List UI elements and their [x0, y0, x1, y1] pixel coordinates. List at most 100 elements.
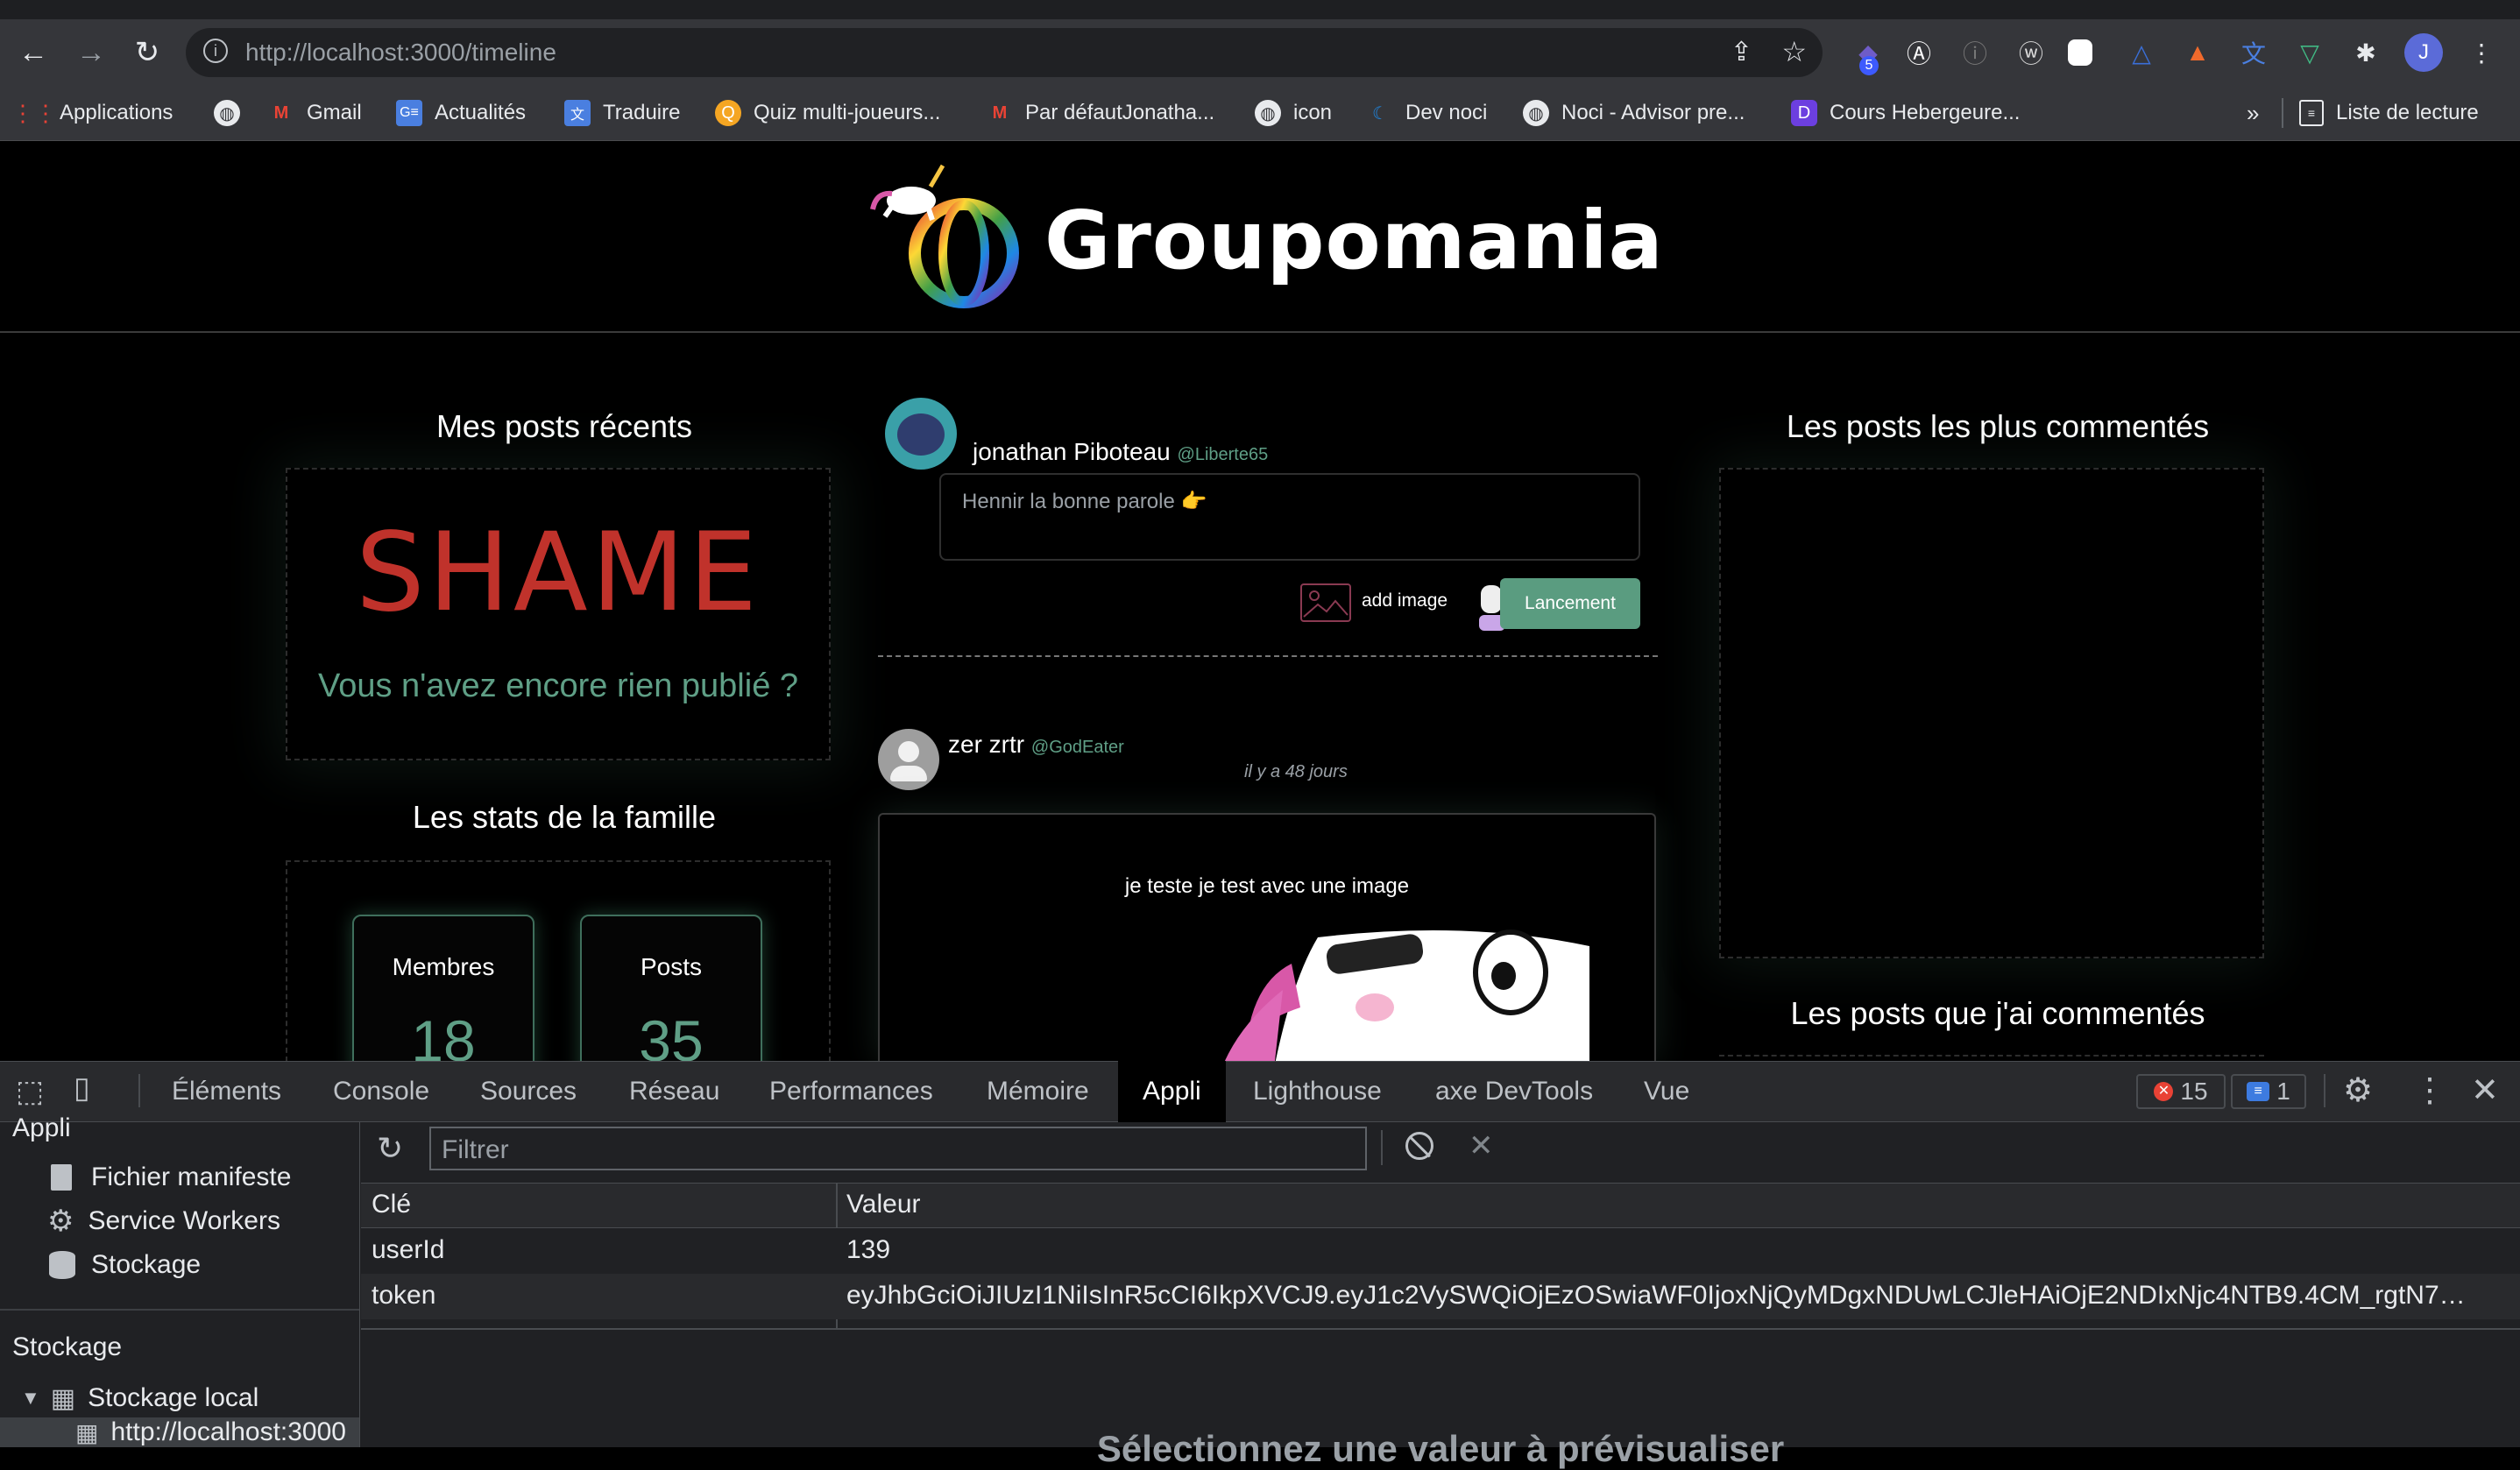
toolbar-divider [1381, 1130, 1383, 1165]
sidebar-item-manifest[interactable]: Fichier manifeste [51, 1160, 291, 1195]
bookmark-dev-noci[interactable]: ☾ Dev noci [1367, 91, 1487, 135]
browser-menu-icon[interactable]: ⋮ [2462, 33, 2501, 72]
bookmarks-divider [2282, 98, 2283, 128]
sidebar-item-local-storage[interactable]: ▼ ▦ Stockage local [21, 1381, 258, 1416]
tab-elements[interactable]: Éléments [172, 1061, 281, 1122]
post-image-unicorn[interactable] [1221, 929, 1589, 1062]
info-icon[interactable]: i [203, 39, 228, 63]
translate-icon: 文 [564, 100, 591, 126]
bookmark-cours[interactable]: D Cours Hebergeure... [1791, 91, 2020, 135]
bookmark-gmail-jonathan[interactable]: M Par défautJonatha... [987, 91, 1215, 135]
add-image-label[interactable]: add image [1362, 590, 1448, 611]
gmail-icon: M [992, 102, 1008, 123]
bookmark-label: Quiz multi-joueurs... [754, 101, 941, 124]
composer-user-handle: @Liberte65 [1177, 445, 1269, 464]
bookmark-label: Gmail [307, 101, 362, 124]
extensions-puzzle-icon[interactable]: ✱ [2347, 33, 2385, 72]
bookmark-traduire[interactable]: 文 Traduire [564, 91, 680, 135]
filter-input[interactable]: Filtrer [429, 1127, 1367, 1170]
globe-icon: ◍ [1523, 100, 1549, 126]
post-textarea[interactable]: Hennir la bonne parole 👉 [939, 473, 1640, 561]
globe-icon: ◍ [1255, 100, 1281, 126]
filter-placeholder: Filtrer [442, 1135, 509, 1164]
tab-vue[interactable]: Vue [1644, 1061, 1689, 1122]
sidebar-item-label: http://localhost:3000 [110, 1417, 346, 1446]
extension-vue-icon[interactable]: ▽ [2290, 33, 2329, 72]
bookmark-globe[interactable]: ◍ [214, 91, 252, 135]
bookmark-gmail[interactable]: M Gmail [268, 91, 362, 135]
document-icon [51, 1164, 72, 1191]
column-key-header[interactable]: Clé [372, 1190, 411, 1219]
composer-user-name: jonathan Piboteau [973, 438, 1171, 465]
bookmark-quiz[interactable]: Q Quiz multi-joueurs... [715, 91, 940, 135]
sidebar-section-storage: Stockage [12, 1332, 123, 1361]
extension-a-icon[interactable]: Ⓐ [1900, 33, 1938, 72]
bookmark-icon[interactable]: ◍ icon [1255, 91, 1332, 135]
message-counter[interactable]: ≡ 1 [2231, 1074, 2306, 1109]
reload-icon[interactable]: ↻ [126, 32, 168, 74]
address-bar[interactable]: i http://localhost:3000/timeline ⇪ ☆ [186, 28, 1823, 77]
error-counter[interactable]: ✕ 15 [2136, 1074, 2226, 1109]
row-value[interactable]: 139 [846, 1235, 890, 1265]
tab-lighthouse[interactable]: Lighthouse [1253, 1061, 1382, 1122]
bookmark-label: Cours Hebergeure... [1830, 101, 2021, 124]
post-timestamp: il y a 48 jours [1244, 762, 1348, 781]
table-grid-icon: ▦ [75, 1418, 99, 1446]
forward-icon[interactable]: → [70, 32, 112, 74]
message-icon: ≡ [2247, 1082, 2270, 1101]
device-toolbar-icon[interactable]: ▯ [74, 1071, 109, 1109]
tab-sources[interactable]: Sources [480, 1061, 577, 1122]
sidebar-item-localhost-origin[interactable]: ▦ http://localhost:3000 [0, 1417, 359, 1447]
sidebar-item-label: Fichier manifeste [91, 1163, 292, 1191]
recent-posts-title: Mes posts récents [435, 408, 693, 444]
tab-network[interactable]: Réseau [629, 1061, 719, 1122]
tab-memory[interactable]: Mémoire [987, 1061, 1089, 1122]
extension-notion-icon[interactable] [2068, 39, 2092, 66]
bookmark-label: Par défautJonatha... [1025, 101, 1215, 124]
extension-w-icon[interactable]: ⓦ [2012, 33, 2050, 72]
refresh-icon[interactable]: ↻ [377, 1130, 403, 1167]
devtools-menu-icon[interactable]: ⋮ [2413, 1071, 2446, 1110]
url-text[interactable]: http://localhost:3000/timeline [245, 39, 556, 67]
bookmark-applications[interactable]: ⋮⋮ Applications [11, 91, 173, 135]
share-icon[interactable]: ⇪ [1731, 37, 1752, 67]
row-key[interactable]: userId [372, 1235, 444, 1265]
extension-badge: 5 [1859, 56, 1879, 75]
submit-post-button[interactable]: Lancement [1500, 578, 1640, 629]
delete-selected-icon[interactable]: ✕ [1469, 1128, 1494, 1163]
tab-application[interactable]: Appli [1118, 1061, 1226, 1122]
post-author-name: zer zrtr [948, 731, 1025, 758]
settings-gear-icon[interactable]: ⚙ [2343, 1071, 2373, 1110]
reading-list[interactable]: ≡ Liste de lecture [2299, 91, 2479, 135]
column-value-header[interactable]: Valeur [846, 1190, 921, 1219]
table-row[interactable] [361, 1228, 2520, 1274]
extension-translate-icon[interactable]: 文 [2234, 33, 2273, 72]
table-grid-icon: ▦ [50, 1383, 76, 1413]
post-author-avatar[interactable] [878, 729, 939, 790]
inspect-element-icon[interactable]: ⬚ [16, 1074, 51, 1109]
stat-label: Posts [640, 953, 703, 980]
sidebar-item-service-workers[interactable]: ⚙ Service Workers [47, 1204, 280, 1239]
bookmark-noci-advisor[interactable]: ◍ Noci - Advisor pre... [1523, 91, 1745, 135]
post-text: je teste je test avec une image [1124, 874, 1410, 898]
tab-console[interactable]: Console [333, 1061, 429, 1122]
tab-axe-devtools[interactable]: axe DevTools [1435, 1061, 1593, 1122]
sidebar-item-storage[interactable]: Stockage [49, 1247, 201, 1283]
bookmarks-overflow[interactable]: » [2247, 91, 2259, 135]
extension-lighthouse-icon[interactable]: ▲ [2178, 33, 2217, 72]
tab-performance[interactable]: Performances [769, 1061, 933, 1122]
clear-all-icon[interactable] [1405, 1132, 1433, 1160]
add-image-icon[interactable] [1300, 583, 1351, 622]
extension-triangle-icon[interactable]: △ [2122, 33, 2161, 72]
row-value[interactable]: eyJhbGciOiJIUzI1NiIsInR5cCI6IkpXVCJ9.eyJ… [846, 1281, 2476, 1311]
profile-avatar[interactable]: J [2404, 33, 2443, 72]
shame-graphic: SHAME [355, 510, 761, 636]
my-commented-title: Les posts que j'ai commentés [1790, 995, 2205, 1031]
back-icon[interactable]: ← [12, 32, 54, 74]
bookmark-actualites[interactable]: G≡ Actualités [396, 91, 526, 135]
star-icon[interactable]: ☆ [1781, 35, 1807, 68]
message-count: 1 [2276, 1078, 2290, 1105]
extension-info-icon[interactable]: ⓘ [1956, 33, 1994, 72]
close-devtools-icon[interactable]: ✕ [2471, 1071, 2499, 1110]
row-key[interactable]: token [372, 1281, 435, 1311]
